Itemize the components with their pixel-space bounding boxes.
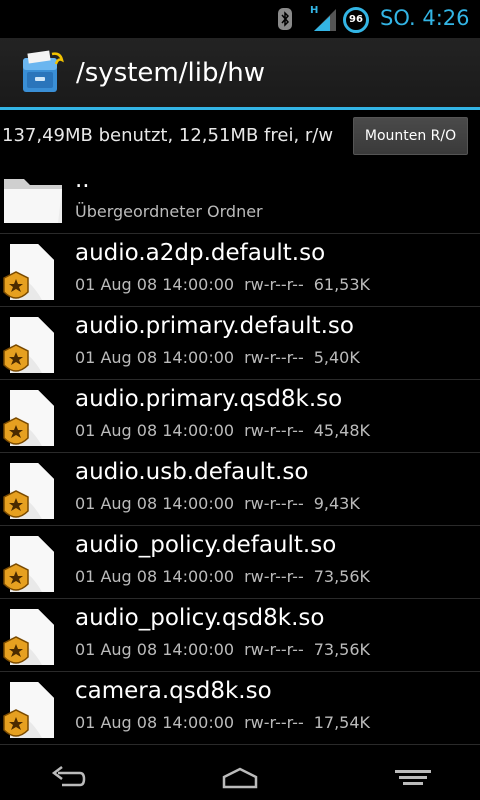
- parent-folder-row[interactable]: .. Übergeordneter Ordner: [0, 161, 480, 234]
- file-list[interactable]: .. Übergeordneter Ordner audio.a2dp.defa…: [0, 161, 480, 755]
- home-icon[interactable]: [220, 763, 260, 791]
- file-meta: 01 Aug 08 14:00:00 rw-r--r-- 61,53K: [75, 275, 380, 294]
- file-meta: 01 Aug 08 14:00:00 rw-r--r-- 9,43K: [75, 494, 370, 513]
- file-row[interactable]: audio.primary.default.so 01 Aug 08 14:00:…: [0, 307, 480, 380]
- file-row[interactable]: camera.qsd8k.so 01 Aug 08 14:00:00 rw-r--r…: [0, 672, 480, 745]
- file-size: 17,54K: [313, 713, 371, 732]
- file-date: 01 Aug 08 14:00:00: [75, 348, 235, 367]
- menu-icon[interactable]: [393, 763, 433, 791]
- battery-level: 96: [349, 14, 363, 25]
- file-permissions: rw-r--r--: [244, 275, 304, 294]
- bluetooth-icon: [278, 8, 292, 30]
- status-bar: H 96 SO. 4:26: [0, 0, 480, 38]
- file-date: 01 Aug 08 14:00:00: [75, 421, 235, 440]
- parent-folder-name: ..: [75, 167, 90, 193]
- file-size: 73,56K: [313, 640, 371, 659]
- file-date: 01 Aug 08 14:00:00: [75, 713, 235, 732]
- file-date: 01 Aug 08 14:00:00: [75, 275, 235, 294]
- system-file-icon: [3, 682, 54, 738]
- system-file-icon: [3, 536, 54, 592]
- file-meta: 01 Aug 08 14:00:00 rw-r--r-- 17,54K: [75, 713, 380, 732]
- system-file-icon: [3, 390, 54, 446]
- file-size: 73,56K: [313, 567, 371, 586]
- file-row[interactable]: audio.a2dp.default.so 01 Aug 08 14:00:00 r…: [0, 234, 480, 307]
- current-path-title: /system/lib/hw: [76, 58, 265, 88]
- file-name: camera.qsd8k.so: [75, 678, 272, 704]
- system-file-icon: [3, 609, 54, 665]
- file-permissions: rw-r--r--: [244, 421, 304, 440]
- file-size: 45,48K: [313, 421, 371, 440]
- clock: SO. 4:26: [380, 6, 470, 30]
- file-name: audio.primary.qsd8k.so: [75, 386, 343, 412]
- file-date: 01 Aug 08 14:00:00: [75, 494, 235, 513]
- file-permissions: rw-r--r--: [244, 348, 304, 367]
- file-size: 5,40K: [313, 348, 360, 367]
- file-permissions: rw-r--r--: [244, 567, 304, 586]
- action-bar: /system/lib/hw: [0, 38, 480, 110]
- parent-folder-subtitle: Übergeordneter Ordner: [75, 202, 263, 221]
- file-permissions: rw-r--r--: [244, 640, 304, 659]
- file-meta: 01 Aug 08 14:00:00 rw-r--r-- 73,56K: [75, 567, 380, 586]
- system-file-icon: [3, 244, 54, 300]
- battery-icon: 96: [343, 7, 369, 33]
- mount-readonly-button[interactable]: Mounten R/O: [353, 117, 468, 155]
- folder-icon: [4, 179, 62, 223]
- back-icon[interactable]: [48, 763, 88, 791]
- file-row[interactable]: audio.usb.default.so 01 Aug 08 14:00:00 rw…: [0, 453, 480, 526]
- file-date: 01 Aug 08 14:00:00: [75, 640, 235, 659]
- signal-icon: [314, 9, 336, 31]
- file-name: audio.primary.default.so: [75, 313, 354, 339]
- file-name: audio.usb.default.so: [75, 459, 309, 485]
- file-size: 61,53K: [313, 275, 371, 294]
- system-file-icon: [3, 317, 54, 373]
- file-name: audio_policy.default.so: [75, 532, 337, 558]
- file-meta: 01 Aug 08 14:00:00 rw-r--r-- 45,48K: [75, 421, 380, 440]
- file-permissions: rw-r--r--: [244, 494, 304, 513]
- file-manager-icon[interactable]: [20, 50, 66, 96]
- navigation-bar: [0, 755, 480, 800]
- file-size: 9,43K: [313, 494, 360, 513]
- file-row[interactable]: audio_policy.default.so 01 Aug 08 14:00:0…: [0, 526, 480, 599]
- storage-info-row: 137,49MB benutzt, 12,51MB frei, r/w Moun…: [0, 113, 480, 161]
- storage-info-text: 137,49MB benutzt, 12,51MB frei, r/w: [2, 125, 334, 146]
- file-date: 01 Aug 08 14:00:00: [75, 567, 235, 586]
- file-meta: 01 Aug 08 14:00:00 rw-r--r-- 5,40K: [75, 348, 370, 367]
- file-name: audio_policy.qsd8k.so: [75, 605, 325, 631]
- file-row[interactable]: audio_policy.qsd8k.so 01 Aug 08 14:00:00 r…: [0, 599, 480, 672]
- file-permissions: rw-r--r--: [244, 713, 304, 732]
- file-name: audio.a2dp.default.so: [75, 240, 326, 266]
- file-row[interactable]: audio.primary.qsd8k.so 01 Aug 08 14:00:00…: [0, 380, 480, 453]
- file-meta: 01 Aug 08 14:00:00 rw-r--r-- 73,56K: [75, 640, 380, 659]
- system-file-icon: [3, 463, 54, 519]
